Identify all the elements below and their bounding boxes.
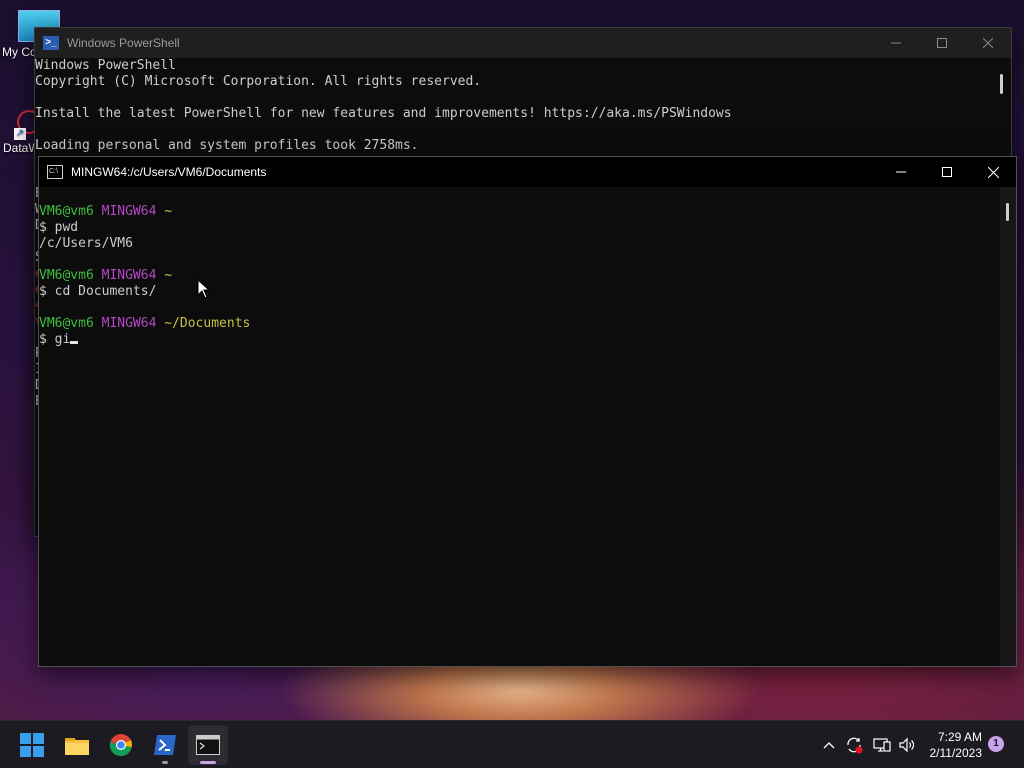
notification-badge[interactable]: 1 — [988, 736, 1004, 752]
chrome-icon — [109, 734, 132, 757]
window-title: MINGW64:/c/Users/VM6/Documents — [71, 165, 267, 179]
active-indicator — [200, 761, 216, 764]
minimize-button[interactable] — [873, 28, 919, 58]
command-input-line[interactable]: $ gi — [39, 332, 1000, 348]
minimize-icon — [896, 171, 906, 173]
running-indicator — [162, 761, 168, 764]
shortcut-arrow-icon: ↗ — [14, 128, 26, 140]
output-line: /c/Users/VM6 — [39, 236, 133, 251]
command-line: $ cd Documents/ — [39, 284, 157, 299]
prompt-line: VM6@vm6 MINGW64 ~ — [39, 204, 173, 219]
terminal-line: Copyright (C) Microsoft Corporation. All… — [35, 74, 482, 89]
scrollbar[interactable] — [1000, 187, 1016, 666]
volume-button[interactable] — [895, 721, 919, 768]
typed-command: $ gi — [39, 332, 71, 347]
close-button[interactable] — [965, 28, 1011, 58]
text-cursor — [70, 341, 79, 344]
clock-date: 2/11/2023 — [929, 746, 983, 760]
maximize-icon — [937, 38, 947, 48]
minimize-icon — [891, 42, 901, 44]
prompt-line: VM6@vm6 MINGW64 ~/Documents — [39, 316, 251, 331]
git-bash-button[interactable] — [188, 725, 228, 765]
folder-icon — [65, 738, 89, 755]
mouse-pointer-icon — [197, 279, 211, 299]
window-title: Windows PowerShell — [67, 36, 180, 50]
command-line: $ pwd — [39, 220, 79, 235]
close-icon — [983, 38, 993, 48]
show-hidden-icons-button[interactable] — [818, 721, 840, 768]
powershell-button[interactable] — [145, 725, 185, 765]
minimize-button[interactable] — [878, 157, 924, 187]
network-button[interactable] — [870, 721, 894, 768]
close-icon — [987, 166, 999, 178]
maximize-button[interactable] — [924, 157, 970, 187]
terminal-icon: C:\ — [47, 165, 63, 179]
chevron-up-icon — [823, 742, 835, 749]
clock-button[interactable]: 7:29 AM 2/11/2023 — [918, 729, 983, 761]
sync-tray-button[interactable] — [842, 721, 866, 768]
clock-time: 7:29 AM — [937, 730, 982, 744]
close-button[interactable] — [970, 157, 1016, 187]
maximize-icon — [942, 167, 952, 177]
terminal-line: Windows PowerShell — [35, 58, 176, 73]
powershell-icon — [154, 735, 176, 755]
terminal-line: Loading personal and system profiles too… — [35, 138, 419, 153]
start-button[interactable] — [12, 725, 52, 765]
speaker-icon — [899, 737, 915, 753]
git-bash-window[interactable]: C:\ MINGW64:/c/Users/VM6/Documents VM6@v… — [38, 156, 1017, 667]
windows-logo-icon — [20, 733, 44, 757]
title-bar[interactable]: C:\ MINGW64:/c/Users/VM6/Documents — [39, 157, 1016, 187]
terminal-icon — [196, 735, 220, 755]
chrome-button[interactable] — [101, 725, 141, 765]
taskbar: 7:29 AM 2/11/2023 — [0, 720, 1024, 768]
terminal-output[interactable]: VM6@vm6 MINGW64 ~ $ pwd /c/Users/VM6 VM6… — [39, 187, 1000, 666]
prompt-line: VM6@vm6 MINGW64 ~ — [39, 268, 173, 283]
sync-icon — [847, 737, 863, 754]
scrollbar-thumb[interactable] — [1000, 74, 1003, 94]
file-explorer-button[interactable] — [57, 725, 97, 765]
scrollbar-thumb[interactable] — [1006, 203, 1009, 221]
terminal-line: Install the latest PowerShell for new fe… — [35, 106, 732, 121]
maximize-button[interactable] — [919, 28, 965, 58]
title-bar[interactable]: >_ Windows PowerShell — [35, 28, 1011, 58]
network-icon — [873, 738, 891, 752]
powershell-icon: >_ — [43, 36, 59, 50]
